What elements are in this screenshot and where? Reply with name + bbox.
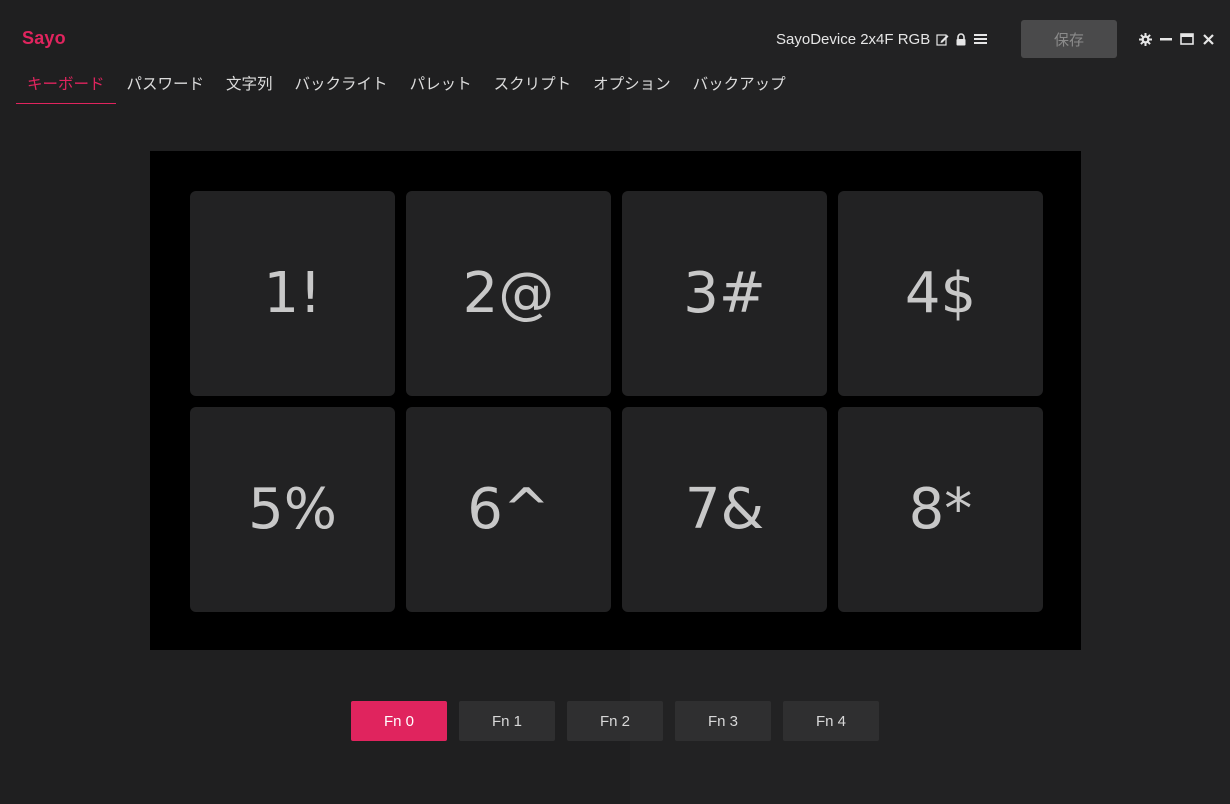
tab-string[interactable]: 文字列 xyxy=(215,64,284,104)
tab-backup[interactable]: バックアップ xyxy=(682,64,797,104)
tab-keyboard[interactable]: キーボード xyxy=(16,64,116,104)
menu-icon[interactable] xyxy=(973,32,987,46)
key-1[interactable]: 1! xyxy=(190,191,395,396)
tab-password[interactable]: パスワード xyxy=(116,64,216,104)
key-3[interactable]: 3# xyxy=(622,191,827,396)
main-tabs: キーボード パスワード 文字列 バックライト パレット スクリプト オプション … xyxy=(16,64,797,104)
maximize-icon[interactable] xyxy=(1180,32,1194,46)
app-window: Sayo SayoDevice 2x4F RGB 保存 キーボード パスワード … xyxy=(0,0,1230,804)
key-7[interactable]: 7& xyxy=(622,407,827,612)
app-logo: Sayo xyxy=(22,28,66,48)
device-name: SayoDevice 2x4F RGB xyxy=(776,30,931,48)
save-button[interactable]: 保存 xyxy=(1021,20,1117,58)
tab-options[interactable]: オプション xyxy=(582,64,682,104)
key-8[interactable]: 8* xyxy=(838,407,1043,612)
device-selector[interactable]: SayoDevice 2x4F RGB xyxy=(776,29,987,49)
fn-3-button[interactable]: Fn 3 xyxy=(675,701,771,741)
fn-2-button[interactable]: Fn 2 xyxy=(567,701,663,741)
key-2[interactable]: 2@ xyxy=(406,191,611,396)
tab-palette[interactable]: パレット xyxy=(399,64,483,104)
key-6[interactable]: 6^ xyxy=(406,407,611,612)
tab-backlight[interactable]: バックライト xyxy=(284,64,399,104)
gear-icon[interactable] xyxy=(1138,32,1152,46)
edit-icon[interactable] xyxy=(935,32,949,46)
minimize-icon[interactable] xyxy=(1159,32,1173,46)
fn-layer-selector: Fn 0 Fn 1 Fn 2 Fn 3 Fn 4 xyxy=(351,701,879,741)
lock-icon[interactable] xyxy=(954,32,968,46)
window-controls xyxy=(1138,30,1215,48)
fn-4-button[interactable]: Fn 4 xyxy=(783,701,879,741)
key-5[interactable]: 5% xyxy=(190,407,395,612)
tab-script[interactable]: スクリプト xyxy=(483,64,583,104)
fn-0-button[interactable]: Fn 0 xyxy=(351,701,447,741)
close-icon[interactable] xyxy=(1201,32,1215,46)
key-4[interactable]: 4$ xyxy=(838,191,1043,396)
keyboard-layout: 1! 2@ 3# 4$ 5% 6^ 7& 8* xyxy=(150,151,1081,650)
fn-1-button[interactable]: Fn 1 xyxy=(459,701,555,741)
